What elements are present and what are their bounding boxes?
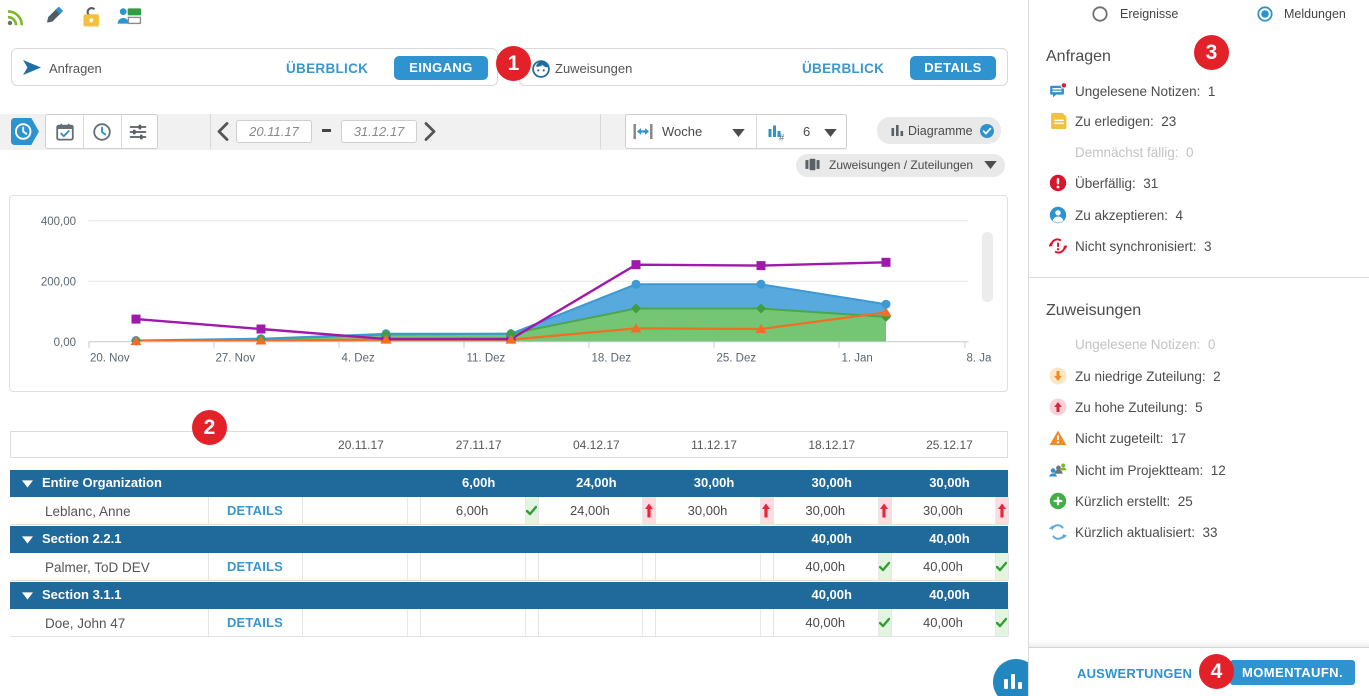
svg-text:27. Nov: 27. Nov (216, 353, 256, 365)
svg-text:8. Ja: 8. Ja (967, 353, 993, 365)
svg-text:25. Dez: 25. Dez (717, 353, 757, 365)
svg-text:0,00: 0,00 (54, 337, 76, 349)
svg-text:11. Dez: 11. Dez (467, 353, 506, 365)
svg-text:400,00: 400,00 (41, 216, 76, 228)
svg-text:1. Jan: 1. Jan (842, 353, 873, 365)
svg-text:20. Nov: 20. Nov (90, 353, 130, 365)
svg-text:#: # (779, 133, 785, 142)
svg-text:200,00: 200,00 (41, 276, 76, 288)
svg-text:4. Dez: 4. Dez (342, 353, 375, 365)
svg-text:18. Dez: 18. Dez (592, 353, 632, 365)
